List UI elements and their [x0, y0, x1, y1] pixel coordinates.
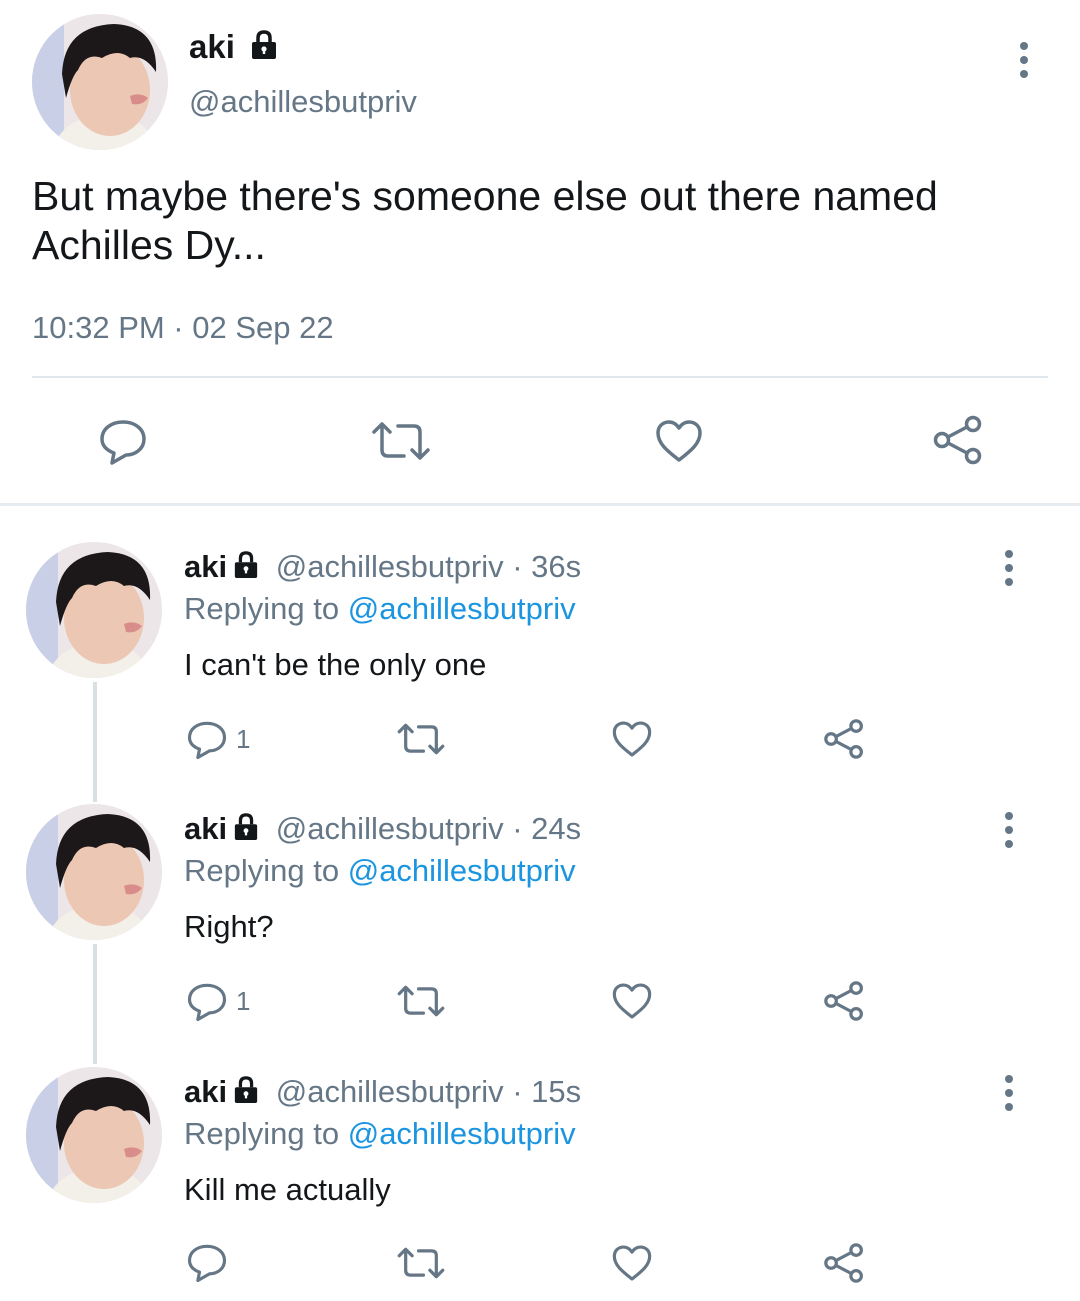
replying-to-link[interactable]: @achillesbutpriv: [348, 591, 576, 626]
avatar[interactable]: [32, 14, 168, 150]
reply-text: Kill me actually: [184, 1172, 391, 1207]
display-name[interactable]: aki: [184, 549, 227, 584]
handle-time: @achillesbutpriv · 24s: [275, 811, 582, 846]
display-name[interactable]: aki: [189, 28, 278, 68]
handle-time: @achillesbutpriv · 15s: [275, 1074, 582, 1109]
reply-icon[interactable]: [186, 1243, 228, 1283]
replying-to: Replying to @achillesbutpriv: [184, 853, 576, 888]
more-options-icon[interactable]: [1019, 42, 1029, 78]
more-options-icon[interactable]: [1004, 1075, 1014, 1111]
thread-line: [93, 944, 97, 1064]
share-icon[interactable]: [823, 980, 865, 1022]
more-options-icon[interactable]: [1004, 812, 1014, 848]
reply-icon[interactable]: [186, 982, 228, 1022]
like-icon[interactable]: [611, 981, 653, 1021]
retweet-icon[interactable]: [396, 722, 446, 756]
handle-time: @achillesbutpriv · 36s: [275, 549, 582, 584]
reply-text: I can't be the only one: [184, 647, 487, 682]
share-icon[interactable]: [932, 414, 984, 466]
replying-to-link[interactable]: @achillesbutpriv: [348, 1116, 576, 1151]
lock-icon: [233, 813, 259, 849]
display-name[interactable]: aki: [184, 1074, 227, 1109]
lock-icon: [233, 1076, 259, 1112]
tweet-timestamp[interactable]: 10:32 PM · 02 Sep 22: [32, 310, 334, 346]
like-icon[interactable]: [611, 1243, 653, 1283]
retweet-icon[interactable]: [396, 984, 446, 1018]
avatar[interactable]: [26, 542, 162, 678]
replying-to: Replying to @achillesbutpriv: [184, 1116, 576, 1151]
reply-icon[interactable]: [186, 720, 228, 760]
avatar[interactable]: [26, 804, 162, 940]
reply-icon[interactable]: [98, 418, 148, 466]
reply-text: Right?: [184, 909, 274, 944]
lock-icon: [250, 30, 278, 68]
replying-to: Replying to @achillesbutpriv: [184, 591, 576, 626]
section-divider: [0, 503, 1080, 506]
more-options-icon[interactable]: [1004, 550, 1014, 586]
reply-count: 1: [236, 724, 251, 754]
thread-line: [93, 682, 97, 802]
share-icon[interactable]: [823, 718, 865, 760]
tweet-text: But maybe there's someone else out there…: [32, 173, 938, 268]
like-icon[interactable]: [611, 719, 653, 759]
lock-icon: [233, 551, 259, 587]
retweet-icon[interactable]: [370, 420, 432, 462]
replying-to-link[interactable]: @achillesbutpriv: [348, 853, 576, 888]
display-name[interactable]: aki: [184, 811, 227, 846]
avatar[interactable]: [26, 1067, 162, 1203]
reply-count: 1: [236, 986, 251, 1016]
user-handle[interactable]: @achillesbutpriv: [189, 84, 417, 120]
share-icon[interactable]: [823, 1242, 865, 1284]
like-icon[interactable]: [654, 418, 704, 464]
retweet-icon[interactable]: [396, 1246, 446, 1280]
divider: [32, 376, 1048, 378]
